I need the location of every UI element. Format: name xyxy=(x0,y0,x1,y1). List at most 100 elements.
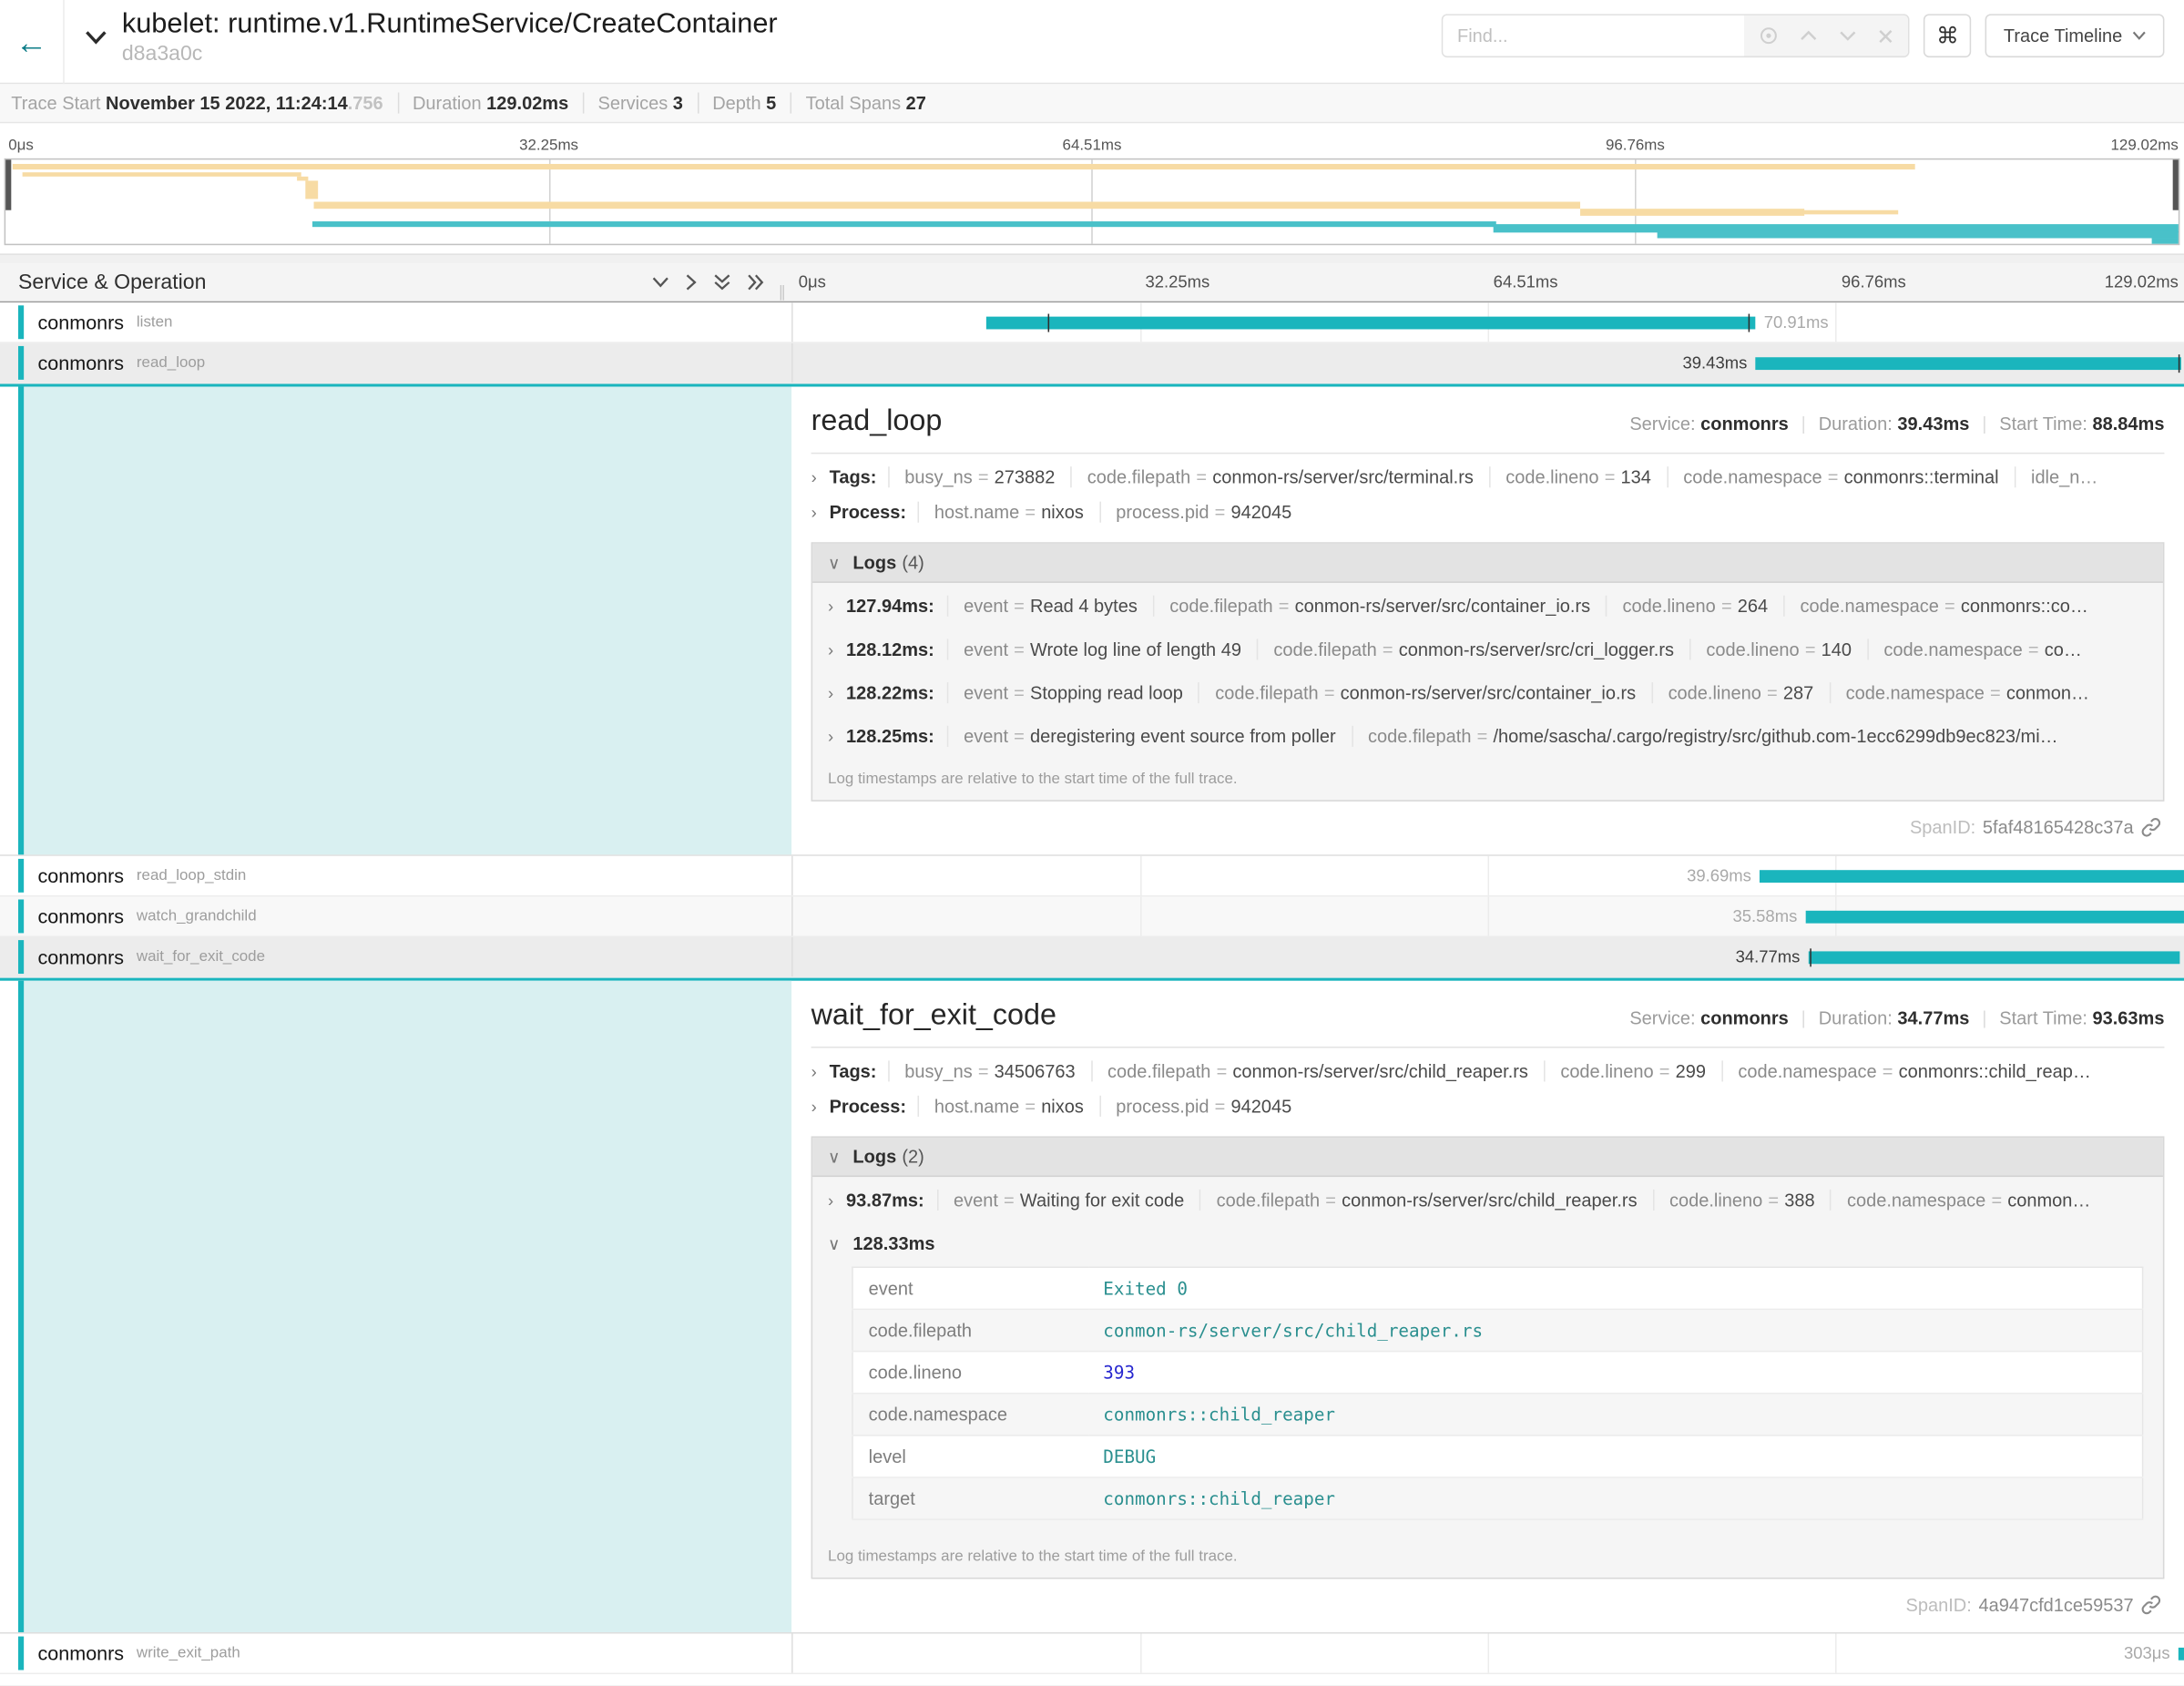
process-accordion[interactable]: ›Process:host.name=nixosprocess.pid=9420… xyxy=(811,1086,2165,1120)
log-field-row: levelDEBUG xyxy=(852,1436,2143,1477)
tag-item: event=Waiting for exit code xyxy=(937,1190,1200,1211)
span-bar[interactable] xyxy=(1806,911,2184,924)
expand-all-icon[interactable] xyxy=(746,273,764,291)
next-result-icon[interactable] xyxy=(1838,29,1858,42)
span-name-cell[interactable]: conmonrs read_loop xyxy=(0,343,791,383)
back-button[interactable]: ← xyxy=(0,0,65,84)
log-entry-expanded[interactable]: ∨128.33ms xyxy=(812,1221,2163,1264)
log-field-row: code.namespaceconmonrs::child_reaper xyxy=(852,1394,2143,1436)
span-row[interactable]: conmonrs read_loop 39.43ms xyxy=(0,343,2184,384)
span-timeline-cell[interactable]: 39.69ms xyxy=(791,856,2184,895)
prev-result-icon[interactable] xyxy=(1799,29,1819,42)
log-entry[interactable]: ›128.22ms:event=Stopping read loopcode.f… xyxy=(812,669,2163,713)
log-timestamp: 128.33ms xyxy=(852,1233,934,1254)
command-icon: ⌘ xyxy=(1936,22,1959,50)
span-name-cell[interactable]: conmonrs read_loop_stdin xyxy=(0,856,791,895)
collapse-one-icon[interactable] xyxy=(650,273,668,291)
logs-footnote: Log timestamps are relative to the start… xyxy=(812,1534,2163,1578)
span-detail-gutter xyxy=(0,981,791,1632)
minimap-left-handle[interactable] xyxy=(5,159,11,209)
span-bar[interactable] xyxy=(1756,357,2181,370)
chevron-right-icon: › xyxy=(828,597,833,617)
view-selector-dropdown[interactable]: Trace Timeline xyxy=(1985,14,2165,57)
keyboard-shortcuts-button[interactable]: ⌘ xyxy=(1924,14,1971,57)
span-row[interactable]: conmonrs write_exit_path 303μs xyxy=(0,1633,2184,1674)
span-operation-name: write_exit_path xyxy=(137,1645,240,1661)
tags-accordion[interactable]: ›Tags:busy_ns=34506763code.filepath=conm… xyxy=(811,1051,2165,1086)
span-link-icon[interactable] xyxy=(2140,817,2161,838)
span-start-time: Start Time: 88.84ms xyxy=(1999,414,2164,434)
span-timeline-cell[interactable]: 70.91ms xyxy=(791,302,2184,342)
tag-item: host.name=nixos xyxy=(917,1096,1098,1117)
span-bar[interactable] xyxy=(2179,1648,2184,1660)
span-bar[interactable] xyxy=(1809,951,2180,964)
span-duration-label: 35.58ms xyxy=(1733,906,1798,926)
timeline-tick-label: 64.51ms xyxy=(1494,271,1558,291)
span-service-name: conmonrs xyxy=(38,864,125,887)
tag-item: code.filepath=conmon-rs/server/src/cri_l… xyxy=(1257,639,1689,659)
span-link-icon[interactable] xyxy=(2140,1594,2161,1615)
find-input[interactable] xyxy=(1444,15,1745,56)
logs-header[interactable]: ∨Logs (2) xyxy=(812,1138,2163,1177)
span-timeline-cell[interactable]: 39.43ms xyxy=(791,343,2184,383)
span-row[interactable]: conmonrs wait_for_exit_code 34.77ms xyxy=(0,937,2184,978)
span-name-cell[interactable]: conmonrs listen xyxy=(0,302,791,342)
log-field-value: 393 xyxy=(1087,1352,2142,1394)
expand-one-icon[interactable] xyxy=(684,273,697,291)
span-row[interactable]: conmonrs watch_grandchild 35.58ms xyxy=(0,896,2184,937)
collapse-controls xyxy=(650,273,764,291)
log-field-value: DEBUG xyxy=(1087,1436,2142,1477)
span-bar[interactable] xyxy=(1760,870,2184,883)
log-entry[interactable]: ›128.12ms:event=Wrote log line of length… xyxy=(812,627,2163,670)
span-service-name: conmonrs xyxy=(38,352,125,374)
span-detail-title: wait_for_exit_code xyxy=(811,999,1630,1033)
span-color-accent xyxy=(18,1637,24,1671)
chevron-right-icon: › xyxy=(811,468,817,488)
divider xyxy=(811,1047,2165,1048)
span-timeline-cell[interactable]: 303μs xyxy=(791,1633,2184,1672)
log-entry[interactable]: ›127.94ms:event=Read 4 bytescode.filepat… xyxy=(812,583,2163,627)
tag-item: code.namespace=co… xyxy=(1867,639,2097,659)
tags-accordion[interactable]: ›Tags:busy_ns=273882code.filepath=conmon… xyxy=(811,456,2165,491)
column-resize-handle[interactable]: ∥ xyxy=(778,283,785,301)
timeline-tick-label: 0μs xyxy=(799,271,826,291)
view-selector-label: Trace Timeline xyxy=(2004,26,2122,46)
span-operation-name: listen xyxy=(137,314,173,331)
log-entry[interactable]: ›128.25ms:event=deregistering event sour… xyxy=(812,713,2163,757)
minimap-span-bar xyxy=(1581,209,1805,216)
span-bar[interactable] xyxy=(986,317,1756,330)
log-field-key: target xyxy=(852,1477,1087,1519)
span-row[interactable]: conmonrs listen 70.91ms xyxy=(0,302,2184,343)
log-entry[interactable]: ›93.87ms:event=Waiting for exit codecode… xyxy=(812,1177,2163,1221)
collapse-all-icon[interactable] xyxy=(712,273,730,291)
tag-item: code.lineno=388 xyxy=(1653,1190,1831,1211)
trace-header-toggle[interactable] xyxy=(84,28,107,46)
minimap-right-handle[interactable] xyxy=(2173,159,2179,209)
match-focus-icon[interactable] xyxy=(1759,26,1780,46)
span-service-name: conmonrs xyxy=(38,945,125,968)
tag-item: code.lineno=287 xyxy=(1651,682,1829,703)
span-operation-name: read_loop xyxy=(137,354,205,371)
minimap-span-bar xyxy=(1802,210,1898,215)
span-timeline-cell[interactable]: 34.77ms xyxy=(791,937,2184,976)
minimap-canvas[interactable] xyxy=(5,158,2180,245)
tag-item: event=deregistering event source from po… xyxy=(947,726,1352,747)
span-name-cell[interactable]: conmonrs wait_for_exit_code xyxy=(0,937,791,976)
span-rows: conmonrs listen 70.91ms conmonrs read_lo… xyxy=(0,302,2184,1674)
tag-item: busy_ns=34506763 xyxy=(888,1060,1091,1081)
span-duration-label: 39.43ms xyxy=(1683,353,1748,373)
span-bar-tick xyxy=(2179,354,2181,373)
process-accordion[interactable]: ›Process:host.name=nixosprocess.pid=9420… xyxy=(811,492,2165,526)
span-operation-name: wait_for_exit_code xyxy=(137,948,265,965)
clear-search-icon[interactable] xyxy=(1877,27,1893,44)
span-start-time: Start Time: 93.63ms xyxy=(1999,1007,2164,1028)
minimap-tick-label: 96.76ms xyxy=(1606,138,1665,154)
span-name-cell[interactable]: conmonrs write_exit_path xyxy=(0,1633,791,1672)
log-timestamp: 128.12ms: xyxy=(846,639,934,659)
divider xyxy=(811,453,2165,455)
span-service: Service: conmonrs xyxy=(1629,414,1788,434)
span-name-cell[interactable]: conmonrs watch_grandchild xyxy=(0,896,791,935)
span-row[interactable]: conmonrs read_loop_stdin 39.69ms xyxy=(0,856,2184,897)
logs-header[interactable]: ∨Logs (4) xyxy=(812,544,2163,583)
span-timeline-cell[interactable]: 35.58ms xyxy=(791,896,2184,935)
